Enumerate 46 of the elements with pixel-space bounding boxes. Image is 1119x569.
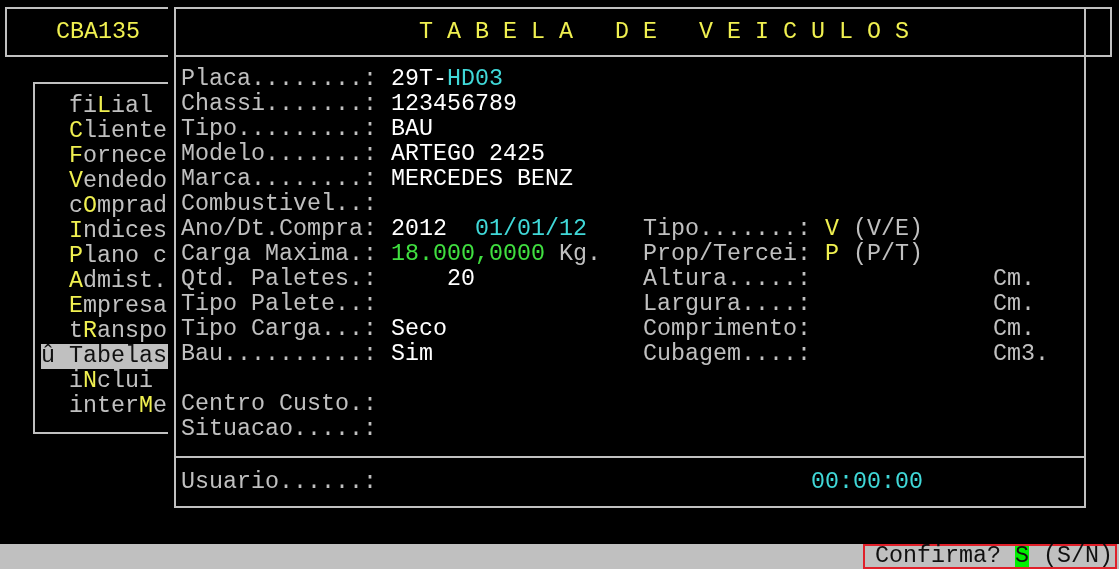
field-value: 2012 [391, 217, 447, 242]
field-label: Carga Maxima.: [181, 242, 378, 267]
window-title: T A B E L A D E V E I C U L O S [419, 19, 909, 45]
field-value: BAU [391, 117, 433, 142]
field-value: V [824, 217, 839, 242]
field-label: Altura.....: [642, 267, 812, 292]
field-label: Qtd. Paletes.: [181, 267, 378, 292]
field-value: 29T-HD03 [391, 67, 503, 92]
time-value: 00:00:00 [810, 469, 923, 495]
field-label: Situacao.....: [181, 417, 377, 442]
field-label: Ano/Dt.Compra: [181, 217, 378, 242]
field-label: Largura....: [642, 292, 812, 317]
field-value: 18.000,0000 [391, 242, 545, 267]
option-hint: (V/E) [852, 217, 923, 242]
field-label: Tipo Palete..: [181, 292, 378, 317]
options-label: (S/N) [1043, 546, 1113, 567]
field-label: Combustivel..: [181, 192, 378, 217]
date-value: 01/01/12 [474, 217, 587, 242]
field-label: Tipo Carga...: [181, 317, 378, 342]
field-value: 20 [446, 267, 475, 292]
option-hint: (P/T) [852, 242, 923, 267]
field-label: Chassi.......: [181, 92, 378, 117]
unit-label: Cm. [992, 292, 1036, 317]
field-value: Seco [391, 317, 447, 342]
unit-label: Cm3. [992, 342, 1050, 367]
unit-label: Cm. [992, 317, 1036, 342]
prompt-label: Confirma? [875, 546, 1002, 567]
field-label: Usuario......: [181, 469, 377, 495]
field-label: Cubagem....: [642, 342, 812, 367]
field-label: Marca........: [181, 167, 378, 192]
field-value: MERCEDES BENZ [391, 167, 573, 192]
field-label: Comprimento: [642, 317, 812, 342]
unit-label: Cm. [992, 267, 1036, 292]
answer-field[interactable]: S [1015, 546, 1029, 567]
field-label: Modelo.......: [181, 142, 378, 167]
field-label: Prop/Tercei: [642, 242, 812, 267]
field-value: 123456789 [391, 92, 517, 117]
field-label: Tipo.......: [642, 217, 812, 242]
field-label: Centro Custo.: [181, 392, 377, 417]
program-code: CBA135 [56, 19, 140, 45]
field-label: Placa........: [181, 67, 378, 92]
unit-label: Kg. [558, 242, 601, 267]
field-label: Tipo.........: [181, 117, 378, 142]
field-value: ARTEGO 2425 [391, 142, 545, 167]
field-value: Sim [391, 342, 433, 367]
field-value: P [824, 242, 839, 267]
